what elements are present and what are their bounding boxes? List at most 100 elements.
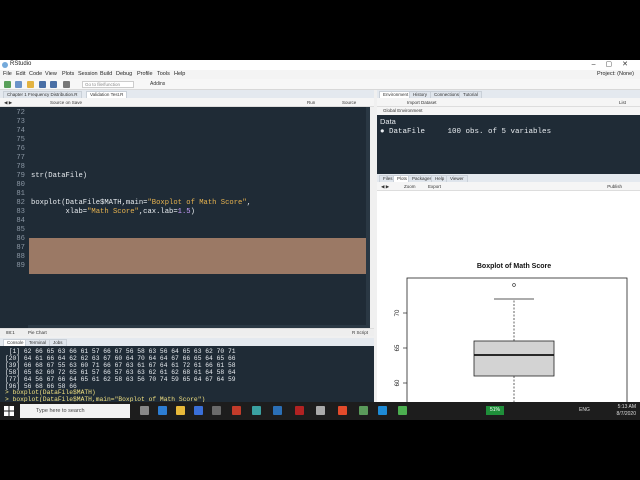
mcafee-icon[interactable] [295,406,304,415]
window-title: RStudio [10,61,32,67]
text-selection [29,238,370,274]
menu-edit[interactable]: Edit [16,71,25,77]
line-number: 76 [16,145,25,153]
clock[interactable]: 5:13 AM 8/7/2020 [617,404,636,418]
cursor-position: 88:1 [6,330,15,335]
menu-bar: File Edit Code View Plots Session Build … [0,70,640,79]
menu-profile[interactable]: Profile [137,71,153,77]
editor-scrollbar[interactable] [366,107,370,328]
source-tabs: Chapter 1 Frequency Distribution.R Valid… [0,90,374,98]
code-line-83: xlab="Math Score",cax.lab=1.5) [31,208,195,216]
battery-indicator[interactable]: 51% [486,406,504,415]
line-number: 83 [16,208,25,216]
line-number: 78 [16,163,25,171]
tab-jobs[interactable]: Jobs [49,339,67,346]
publish-button[interactable]: Publish [607,184,622,189]
menu-code[interactable]: Code [29,71,42,77]
language-indicator[interactable]: ENG [579,407,590,413]
main-toolbar: Go to file/function Addins [0,79,640,90]
source-on-save-checkbox[interactable]: Source on Save [50,100,82,105]
menu-tools[interactable]: Tools [157,71,170,77]
export-button[interactable]: Export [428,184,441,189]
run-button[interactable]: Run [307,100,315,105]
back-forward-icon[interactable]: ◀ ▶ [4,100,12,106]
scope-dropdown[interactable]: Global Environment [383,108,423,113]
goto-file-input[interactable]: Go to file/function [82,81,134,88]
file-type-indicator[interactable]: R Script [352,330,368,335]
var-name[interactable]: DataFile [389,128,425,136]
line-number: 74 [16,127,25,135]
section-indicator[interactable]: Pie Chart [28,330,47,335]
app-icon[interactable] [316,406,325,415]
line-number: 86 [16,235,25,243]
environment-tabs: Environment History Connections Tutorial [377,90,640,98]
line-number: 72 [16,109,25,117]
file-explorer-icon[interactable] [176,406,185,415]
y-tick-label: 60 [395,379,401,386]
y-tick-label: 65 [395,344,401,351]
plots-tabs: Files Plots Packages Help Viewer [377,174,640,182]
source-button[interactable]: Source [342,100,356,105]
console-tabs: Console Terminal Jobs [0,338,374,346]
app-icon[interactable] [359,406,368,415]
menu-help[interactable]: Help [174,71,185,77]
menu-debug[interactable]: Debug [116,71,132,77]
new-project-icon[interactable] [15,81,22,88]
menu-file[interactable]: File [3,71,12,77]
plot-nav-icon[interactable]: ◀ ▶ [381,184,389,190]
search-placeholder: Type here to search [36,408,85,414]
save-all-icon[interactable] [50,81,57,88]
app-l-icon[interactable] [252,406,261,415]
line-number: 89 [16,262,25,270]
windows-start-icon[interactable] [4,406,14,416]
task-view-icon[interactable] [140,406,149,415]
mail-icon[interactable] [212,406,221,415]
list-view-dropdown[interactable]: List [619,100,626,105]
plots-toolbar: ◀ ▶ Zoom Export Publish [377,182,640,191]
save-icon[interactable] [39,81,46,88]
rstudio-taskbar-icon[interactable] [273,406,282,415]
project-menu[interactable]: Project: (None) [597,71,634,77]
store-icon[interactable] [194,406,203,415]
source-toolbar: ◀ ▶ Source on Save Run Source [0,98,374,107]
menu-session[interactable]: Session [78,71,98,77]
tab-viewer[interactable]: Viewer [446,175,468,182]
zoom-button[interactable]: Zoom [404,184,416,189]
menu-plots[interactable]: Plots [62,71,74,77]
env-section-header: Data [380,117,396,126]
tab-validation-test[interactable]: Validation Test.R [86,91,128,98]
tab-tutorial[interactable]: Tutorial [459,91,482,98]
tab-console[interactable]: Console [3,339,28,346]
clock-time: 5:13 AM [617,404,636,410]
code-editor[interactable]: 72 73 74 75 76 77 78 79 80 81 82 83 84 8… [0,107,370,328]
app-icon[interactable] [398,406,407,415]
environment-toolbar: Import Dataset List [377,98,640,107]
tab-environment[interactable]: Environment [379,91,413,98]
edge-new-icon[interactable] [378,406,387,415]
env-row-datafile[interactable]: ● DataFile 100 obs. of 5 variables [380,128,551,136]
addins-button[interactable]: Addins [150,81,165,87]
print-icon[interactable] [63,81,70,88]
line-number-gutter: 72 73 74 75 76 77 78 79 80 81 82 83 84 8… [0,107,28,328]
menu-view[interactable]: View [45,71,57,77]
tab-history[interactable]: History [409,91,432,98]
tab-terminal[interactable]: Terminal [25,339,51,346]
rstudio-logo-icon [2,62,8,68]
taskbar-search[interactable]: Type here to search [20,404,130,418]
y-tick-label: 70 [395,309,401,316]
chrome-icon[interactable] [338,406,347,415]
line-number: 84 [16,217,25,225]
office-icon[interactable] [232,406,241,415]
console-output[interactable]: [1] 62 66 65 63 66 61 57 66 67 56 58 63 … [0,346,374,410]
edge-icon[interactable] [158,406,167,415]
open-file-icon[interactable] [27,81,34,88]
line-number: 85 [16,226,25,234]
line-number: 80 [16,181,25,189]
import-dataset-button[interactable]: Import Dataset [407,100,437,105]
window-controls[interactable]: –▢✕ [592,60,638,68]
new-file-icon[interactable] [4,81,11,88]
menu-build[interactable]: Build [100,71,112,77]
chart-title: Boxplot of Math Score [477,263,551,270]
tab-chapter1[interactable]: Chapter 1 Frequency Distribution.R [3,91,82,98]
outlier-point [512,283,516,287]
